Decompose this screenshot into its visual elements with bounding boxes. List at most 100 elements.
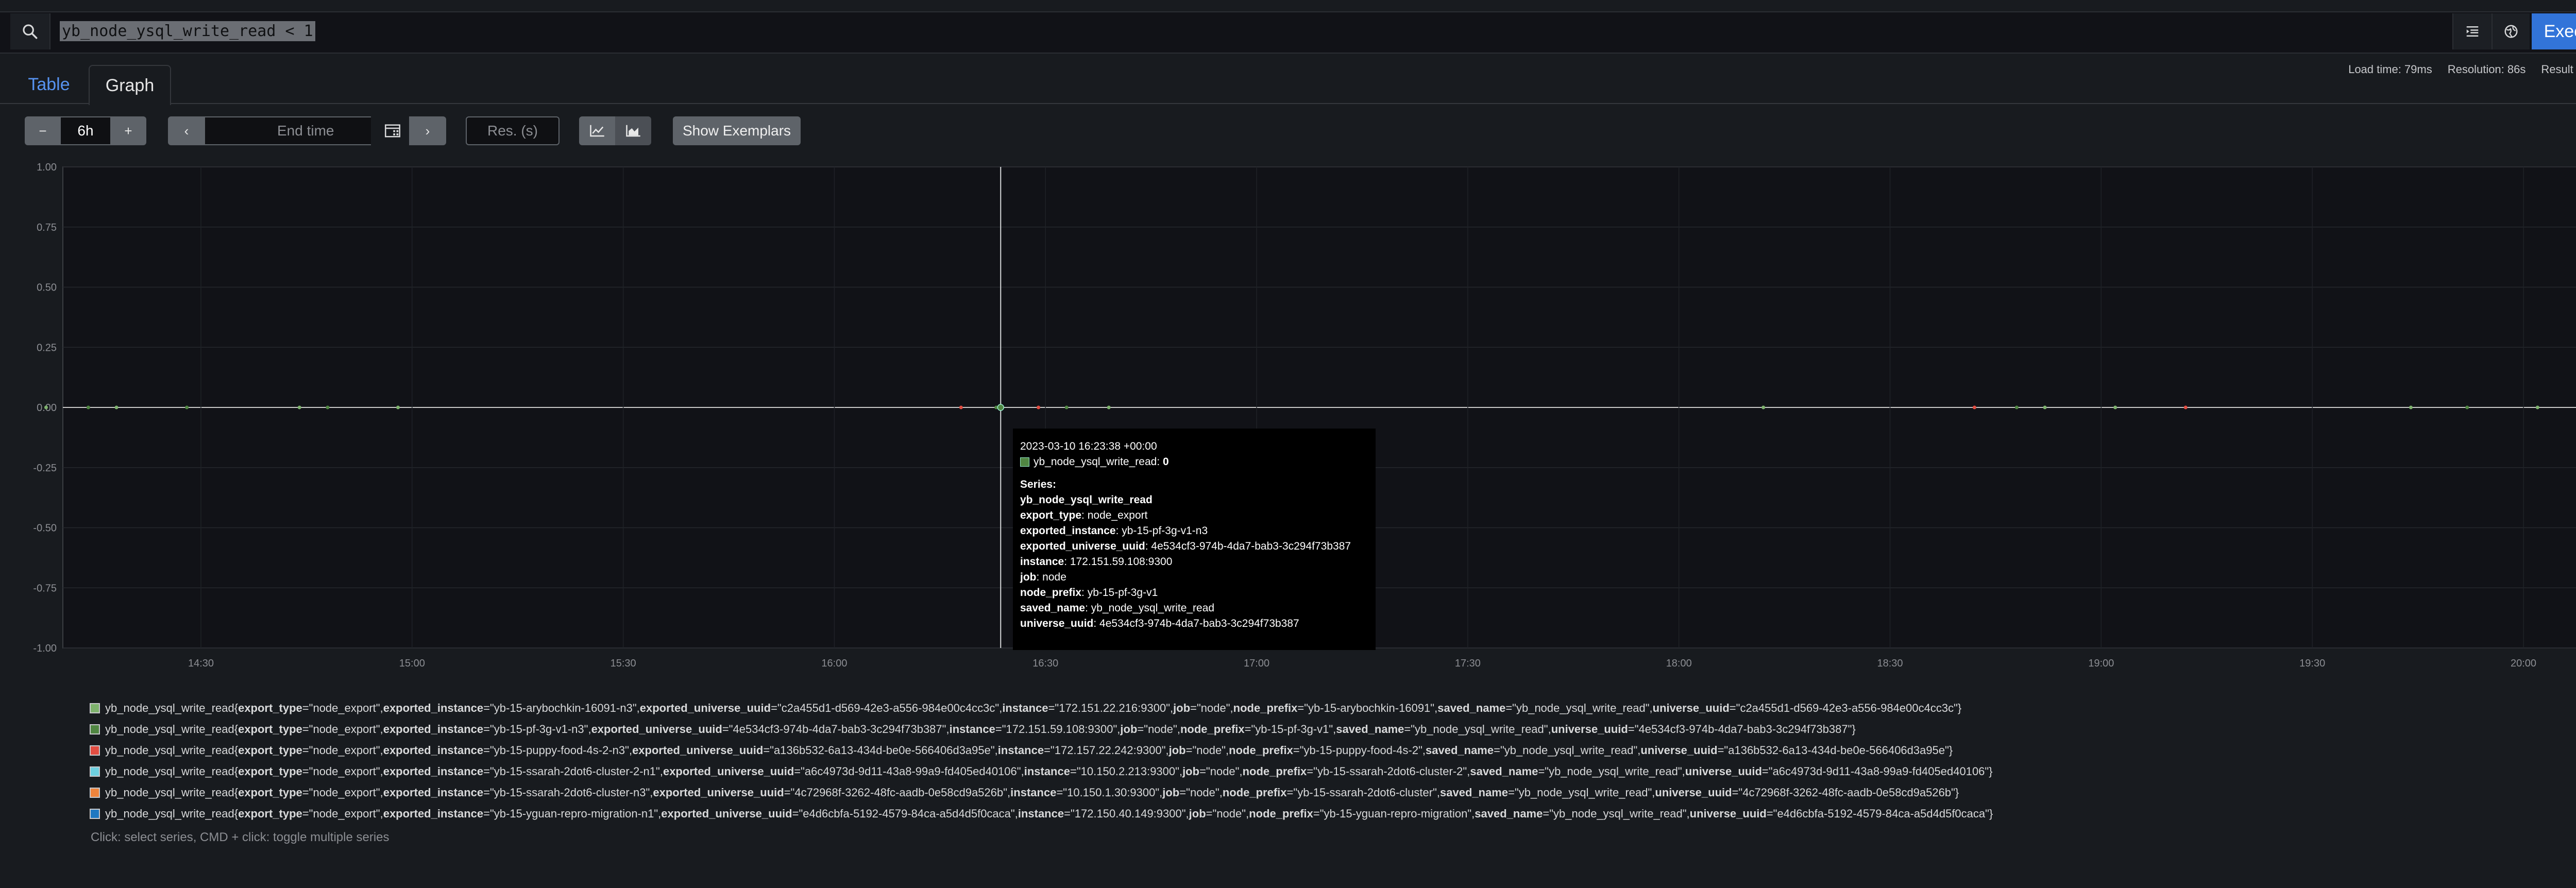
legend-label-key: job bbox=[1182, 764, 1200, 778]
data-point bbox=[2043, 405, 2047, 409]
legend-label-key: job bbox=[1168, 743, 1186, 757]
y-tick-label: -0.50 bbox=[33, 523, 57, 534]
legend-label-key: export_type bbox=[238, 722, 302, 736]
data-point bbox=[185, 405, 189, 409]
legend-label-value: ="node", bbox=[1179, 785, 1223, 799]
area-chart-icon bbox=[626, 125, 640, 137]
time-back-button[interactable]: ‹ bbox=[168, 116, 205, 145]
tooltip-label-key: job bbox=[1020, 571, 1037, 583]
legend-item[interactable]: yb_node_ysql_write_read{export_type ="nod… bbox=[90, 761, 2576, 782]
tooltip-label-key: exported_instance bbox=[1020, 525, 1116, 537]
legend-label-key: exported_instance bbox=[383, 743, 484, 757]
graph-tooltip: 2023-03-10 16:23:38 +00:00 yb_node_ysql_… bbox=[1013, 429, 1376, 650]
legend-label-key: exported_universe_uuid bbox=[663, 764, 794, 778]
time-forward-button[interactable]: › bbox=[409, 116, 446, 145]
y-tick-label: -0.25 bbox=[33, 463, 57, 474]
legend-label-value: ="yb-15-ssarah-2dot6-cluster-n3", bbox=[483, 785, 653, 799]
tooltip-label-value: : 4e534cf3-974b-4da7-bab3-3c294f73b387 bbox=[1093, 618, 1299, 629]
query-input[interactable]: yb_node_ysql_write_read < 1 bbox=[60, 16, 2450, 45]
execute-button[interactable]: Execute bbox=[2532, 13, 2576, 49]
tooltip-label-key: saved_name bbox=[1020, 602, 1086, 614]
legend-item[interactable]: yb_node_ysql_write_read{export_type ="nod… bbox=[90, 803, 2576, 824]
y-tick-label: 0.75 bbox=[37, 222, 57, 233]
legend-label-key: node_prefix bbox=[1249, 807, 1313, 820]
tooltip-label-key: export_type bbox=[1020, 509, 1082, 521]
legend-label-key: instance bbox=[1018, 807, 1064, 820]
legend-label-key: exported_instance bbox=[383, 722, 484, 736]
tooltip-label-row: exported_instance: yb-15-pf-3g-v1-n3 bbox=[1020, 523, 1368, 539]
tab-graph[interactable]: Graph bbox=[89, 65, 171, 105]
legend-metric: yb_node_ysql_write_read{ bbox=[105, 807, 239, 820]
y-tick-label: -1.00 bbox=[33, 643, 57, 654]
tooltip-label-row: job: node bbox=[1020, 570, 1368, 585]
series-legend: yb_node_ysql_write_read{ export_type ="nod… bbox=[90, 697, 2576, 824]
data-point bbox=[2113, 405, 2117, 409]
tooltip-label-key: exported_universe_uuid bbox=[1020, 540, 1145, 552]
show-exemplars-button[interactable]: Show Exemplars bbox=[673, 116, 801, 145]
legend-item[interactable]: yb_node_ysql_write_read{export_type ="nod… bbox=[90, 740, 2576, 761]
legend-label-value: ="e4d6cbfa-5192-4579-84ca-a5d4d5f0caca"} bbox=[1766, 807, 1993, 820]
tooltip-metric: yb_node_ysql_write_read bbox=[1020, 494, 1153, 506]
legend-swatch bbox=[90, 745, 100, 756]
data-point bbox=[297, 405, 301, 409]
legend-label-value: ="node_export", bbox=[302, 807, 383, 820]
x-tick-label: 18:00 bbox=[1666, 658, 1692, 669]
data-point bbox=[1064, 405, 1069, 409]
legend-label-key: exported_instance bbox=[383, 701, 484, 714]
legend-item[interactable]: yb_node_ysql_write_read{export_type ="nod… bbox=[90, 719, 2576, 740]
legend-label-key: exported_universe_uuid bbox=[591, 722, 722, 736]
unstacked-mode-button[interactable] bbox=[579, 116, 615, 145]
legend-label-key: saved_name bbox=[1437, 701, 1506, 714]
data-point bbox=[326, 405, 330, 409]
legend-item[interactable]: yb_node_ysql_write_read{export_type ="nod… bbox=[90, 782, 2576, 803]
legend-label-key: exported_instance bbox=[383, 807, 484, 820]
legend-metric: yb_node_ysql_write_read{ bbox=[105, 764, 239, 778]
legend-label-key: exported_universe_uuid bbox=[653, 785, 784, 799]
legend-label-key: exported_universe_uuid bbox=[639, 701, 771, 714]
search-button[interactable] bbox=[10, 13, 50, 49]
x-tick-label: 17:00 bbox=[1244, 658, 1269, 669]
legend-label-value: ="4e534cf3-974b-4da7-bab3-3c294f73b387"} bbox=[1628, 722, 1856, 736]
calendar-button[interactable] bbox=[381, 122, 404, 140]
legend-label-value: ="yb-15-ssarah-2dot6-cluster", bbox=[1286, 785, 1440, 799]
x-tick-label: 16:30 bbox=[1032, 658, 1058, 669]
legend-item[interactable]: yb_node_ysql_write_read{export_type ="nod… bbox=[90, 697, 2576, 719]
metrics-explorer-button[interactable] bbox=[2492, 13, 2530, 49]
tooltip-label-row: instance: 172.151.59.108:9300 bbox=[1020, 554, 1368, 570]
data-point bbox=[1761, 405, 1766, 409]
tab-table[interactable]: Table bbox=[21, 65, 77, 104]
legend-swatch bbox=[90, 787, 100, 798]
legend-label-key: universe_uuid bbox=[1551, 722, 1628, 736]
range-decrease-button[interactable]: − bbox=[25, 116, 61, 145]
legend-label-key: saved_name bbox=[1426, 743, 1494, 757]
legend-label-key: universe_uuid bbox=[1689, 807, 1767, 820]
x-tick-label: 16:00 bbox=[821, 658, 847, 669]
legend-label-value: ="node", bbox=[1190, 701, 1233, 714]
legend-label-value: ="a6c4973d-9d11-43a8-99a9-fd405ed40106"} bbox=[1761, 764, 1993, 778]
legend-label-value: ="yb-15-pf-3g-v1", bbox=[1244, 722, 1336, 736]
tooltip-label-value: : yb-15-pf-3g-v1 bbox=[1081, 587, 1158, 599]
legend-label-key: exported_universe_uuid bbox=[661, 807, 792, 820]
legend-label-value: ="c2a455d1-d569-42e3-a556-984e00c4cc3c"} bbox=[1729, 701, 1962, 714]
tooltip-label-value: : 172.151.59.108:9300 bbox=[1064, 556, 1173, 568]
x-tick-label: 17:30 bbox=[1455, 658, 1481, 669]
tab-divider bbox=[0, 103, 2576, 104]
data-point bbox=[1972, 405, 1976, 409]
legend-swatch bbox=[90, 808, 100, 819]
range-increase-button[interactable]: + bbox=[110, 116, 146, 145]
legend-label-value: ="node", bbox=[1185, 743, 1229, 757]
tooltip-label-key: instance bbox=[1020, 556, 1064, 568]
end-time-input[interactable]: End time bbox=[205, 116, 371, 145]
legend-label-value: ="yb-15-yguan-repro-migration-n1", bbox=[483, 807, 662, 820]
data-point bbox=[114, 405, 118, 409]
tooltip-label-key: universe_uuid bbox=[1020, 618, 1094, 629]
tooltip-series-swatch bbox=[1020, 457, 1029, 467]
tooltip-label-row: export_type: node_export bbox=[1020, 508, 1368, 523]
tooltip-label-value: : node_export bbox=[1081, 509, 1148, 521]
data-point bbox=[2535, 405, 2539, 409]
format-query-button[interactable] bbox=[2452, 13, 2492, 49]
range-input[interactable]: 6h bbox=[61, 116, 110, 145]
stacked-mode-button[interactable] bbox=[615, 116, 651, 145]
legend-label-value: ="yb_node_ysql_write_read", bbox=[1538, 764, 1685, 778]
resolution-input[interactable]: Res. (s) bbox=[466, 116, 560, 145]
